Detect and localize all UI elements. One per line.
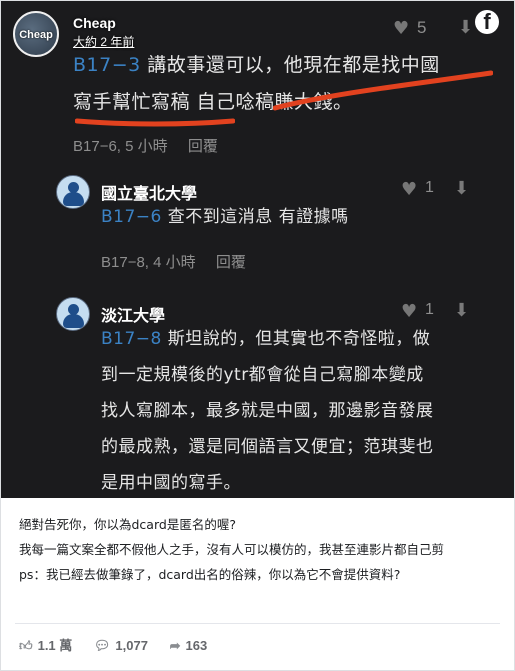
- comment-meta: B17−6, 5 小時 回覆: [73, 135, 234, 156]
- embedded-screenshot: ♥ 5 ⬇ Cheap Cheap 大約 2 年前 f B17−3 講故事還可以…: [1, 1, 514, 498]
- post-caption: 絕對告死你，你以為dcard是匿名的喔? 我每一篇文案全都不假他人之手，沒有人可…: [19, 514, 499, 589]
- engagement-bar: 👍︎ 1.1 萬 💬︎ 1,077 ➦ 163: [19, 635, 225, 654]
- reply-meta: B17−8, 4 小時 回覆: [101, 251, 262, 272]
- facebook-post: ♥ 5 ⬇ Cheap Cheap 大約 2 年前 f B17−3 講故事還可以…: [0, 0, 515, 671]
- heart-icon: ♥: [401, 179, 418, 200]
- reply-text-line: 找人寫腳本，最多就是中國，那邊影音發展: [101, 401, 434, 421]
- reply-like-count: 1: [425, 179, 434, 196]
- reply-link: 回覆: [215, 254, 246, 271]
- page-avatar[interactable]: Cheap: [13, 11, 59, 57]
- down-arrow-icon: ⬇: [458, 17, 474, 38]
- reply-floor-time: B17−8, 4 小時: [101, 254, 196, 271]
- floor-reference: B17−3: [73, 54, 141, 76]
- floor-reference: B17−8: [101, 329, 162, 349]
- reply-text-line: 斯坦說的，但其實也不奇怪啦，做: [161, 329, 431, 349]
- comment-bubble-icon: 💬︎: [93, 638, 111, 653]
- reply-text-line: 到一定規模後的ytr都會從自己寫腳本變成: [101, 365, 424, 385]
- floor-reference: B17−6: [101, 207, 162, 227]
- comments-count: 1,077: [115, 638, 148, 653]
- comment-floor-time: B17−6, 5 小時: [73, 138, 168, 155]
- likes-count: 1.1 萬: [37, 638, 73, 653]
- school-avatar-icon: [56, 175, 90, 209]
- comments-stat[interactable]: 💬︎ 1,077: [94, 638, 148, 654]
- avatar-label: Cheap: [19, 29, 53, 41]
- share-arrow-icon: ➦: [169, 638, 181, 653]
- comment-like-count: 5: [417, 18, 427, 37]
- divider: [15, 623, 500, 624]
- school-avatar-icon: [56, 297, 90, 331]
- reply-like-count: 1: [425, 301, 434, 318]
- reply-text-line: 的最成熟，還是同個語言又便宜；范琪斐也: [101, 437, 434, 457]
- caption-line: 我每一篇文案全都不假他人之手，沒有人可以模仿的，我甚至連影片都自己剪: [19, 542, 445, 557]
- reply-text: 查不到這消息 有證據嗎: [161, 207, 349, 227]
- facebook-logo-glyph: f: [483, 9, 491, 34]
- red-underline-stroke: [273, 70, 493, 111]
- thumbs-up-icon: 👍︎: [19, 638, 33, 653]
- page-name[interactable]: Cheap: [73, 15, 116, 31]
- reply-body: B17−6 查不到這消息 有證據嗎: [101, 199, 501, 235]
- shares-stat[interactable]: ➦ 163: [170, 638, 208, 654]
- red-underline-stroke: [75, 118, 235, 127]
- reply-body: B17−8 斯坦說的，但其實也不奇怪啦，做 到一定規模後的ytr都會從自己寫腳本…: [101, 321, 501, 498]
- shares-count: 163: [185, 638, 208, 653]
- down-arrow-icon: ⬇: [454, 300, 470, 321]
- caption-line: ps：我已經去做筆錄了，dcard出名的俗辣，你以為它不會提供資料?: [19, 567, 401, 582]
- down-arrow-icon: ⬇: [454, 178, 470, 199]
- facebook-logo-icon[interactable]: f: [475, 9, 499, 34]
- heart-icon: ♥: [393, 18, 410, 39]
- heart-icon: ♥: [401, 301, 418, 322]
- caption-line: 絕對告死你，你以為dcard是匿名的喔?: [19, 517, 236, 532]
- likes-stat[interactable]: 👍︎ 1.1 萬: [19, 635, 72, 654]
- reply-text-line: 是用中國的寫手。: [101, 473, 241, 493]
- reply-link: 回覆: [187, 138, 218, 155]
